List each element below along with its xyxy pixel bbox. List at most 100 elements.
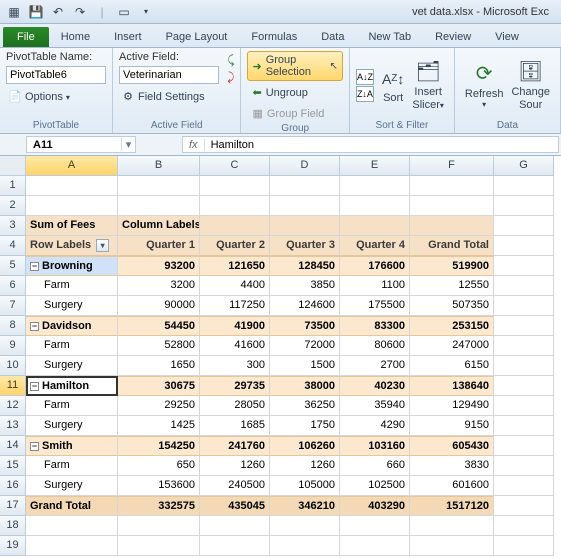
pivot-value[interactable]: 1260 [270,456,340,476]
row-header[interactable]: 18 [0,516,26,536]
pivot-row-subtotal[interactable]: −Smith [26,436,118,456]
cell[interactable] [410,196,494,216]
row-header[interactable]: 1 [0,176,26,196]
pivot-col-header[interactable]: Quarter 4 [340,236,410,256]
pivot-grand-total-value[interactable]: 435045 [200,496,270,516]
pivot-grand-total-value[interactable]: 346210 [270,496,340,516]
cell[interactable] [26,196,118,216]
ungroup-button[interactable]: ⬅ Ungroup [247,83,342,102]
col-header[interactable]: G [494,156,554,176]
col-header[interactable]: C [200,156,270,176]
cell[interactable] [118,516,200,536]
pivot-value[interactable]: 36250 [270,396,340,416]
pivot-value[interactable]: 241760 [200,436,270,456]
col-header[interactable]: B [118,156,200,176]
pivot-value[interactable]: 1685 [200,416,270,436]
pivot-value[interactable]: 240500 [200,476,270,496]
pivot-value[interactable]: 30675 [118,376,200,396]
pivot-value[interactable]: 660 [340,456,410,476]
pivot-row-item[interactable]: Farm [26,276,118,296]
cell[interactable] [494,476,554,496]
pivot-value[interactable]: 3850 [270,276,340,296]
cell[interactable] [270,536,340,556]
tab-view[interactable]: View [483,27,531,47]
sort-button[interactable]: AZ↕ Sort [378,64,408,107]
pivot-value[interactable]: 4290 [340,416,410,436]
pivot-measure[interactable]: Sum of Fees [26,216,118,236]
pivot-grand-total-value[interactable]: 1517120 [410,496,494,516]
collapse-icon[interactable]: − [30,382,39,391]
cell[interactable] [494,396,554,416]
col-header[interactable]: A [26,156,118,176]
cell[interactable] [200,536,270,556]
pivot-value[interactable]: 1425 [118,416,200,436]
tab-data[interactable]: Data [309,27,356,47]
cell[interactable] [494,236,554,256]
options-button[interactable]: 📄 Options ▾ [6,89,106,105]
pivot-value[interactable]: 52800 [118,336,200,356]
pivottable-name-input[interactable] [6,66,106,84]
pivot-value[interactable]: 83300 [340,316,410,336]
cell[interactable] [200,516,270,536]
pivot-value[interactable]: 176600 [340,256,410,276]
pivot-value[interactable]: 129490 [410,396,494,416]
pivot-row-item[interactable]: Surgery [26,416,118,436]
pivot-value[interactable]: 650 [118,456,200,476]
cell[interactable] [340,516,410,536]
pivot-value[interactable]: 117250 [200,296,270,316]
undo-icon[interactable]: ↶ [48,2,68,22]
row-header[interactable]: 19 [0,536,26,556]
pivot-value[interactable]: 12550 [410,276,494,296]
pivot-value[interactable]: 128450 [270,256,340,276]
select-all-corner[interactable] [0,156,26,176]
col-header[interactable]: D [270,156,340,176]
cell[interactable] [494,436,554,456]
row-header[interactable]: 14 [0,436,26,456]
pivot-value[interactable]: 1100 [340,276,410,296]
cell[interactable] [494,456,554,476]
cell[interactable] [26,536,118,556]
pivot-row-item[interactable]: Farm [26,336,118,356]
collapse-icon[interactable]: − [30,322,39,331]
tab-home[interactable]: Home [49,27,102,47]
cell[interactable] [340,216,410,236]
pivot-value[interactable]: 121650 [200,256,270,276]
cell[interactable] [494,216,554,236]
collapse-icon[interactable]: − [30,442,39,451]
sort-asc-icon[interactable]: A↓Z [356,69,374,85]
row-header[interactable]: 11 [0,376,26,396]
cell[interactable] [118,536,200,556]
tab-file[interactable]: File [3,27,49,47]
cell[interactable] [410,216,494,236]
pivot-value[interactable]: 6150 [410,356,494,376]
pivot-col-header[interactable]: Quarter 2 [200,236,270,256]
row-header[interactable]: 2 [0,196,26,216]
pivot-row-item[interactable]: Surgery [26,296,118,316]
pivot-value[interactable]: 105000 [270,476,340,496]
pivot-value[interactable]: 90000 [118,296,200,316]
pivot-value[interactable]: 29735 [200,376,270,396]
pivot-value[interactable]: 4400 [200,276,270,296]
redo-icon[interactable]: ↷ [70,2,90,22]
cell[interactable] [494,336,554,356]
cell[interactable] [494,516,554,536]
qat-dropdown-icon[interactable]: ▾ [136,2,156,22]
row-header[interactable]: 13 [0,416,26,436]
cell[interactable] [494,536,554,556]
name-box-dropdown-icon[interactable]: ▾ [121,138,135,151]
cell[interactable] [494,176,554,196]
cell[interactable] [494,296,554,316]
pivot-row-item[interactable]: Surgery [26,356,118,376]
pivot-value[interactable]: 601600 [410,476,494,496]
pivot-value[interactable]: 72000 [270,336,340,356]
field-settings-button[interactable]: ⚙ Field Settings [119,89,223,105]
pivot-grand-total-value[interactable]: 332575 [118,496,200,516]
pivot-value[interactable]: 41900 [200,316,270,336]
cell[interactable] [410,516,494,536]
collapse-icon[interactable]: − [30,262,39,271]
pivot-value[interactable]: 103160 [340,436,410,456]
pivot-value[interactable]: 153600 [118,476,200,496]
row-filter-icon[interactable]: ▾ [96,239,109,252]
pivot-value[interactable]: 54450 [118,316,200,336]
pivot-value[interactable]: 138640 [410,376,494,396]
